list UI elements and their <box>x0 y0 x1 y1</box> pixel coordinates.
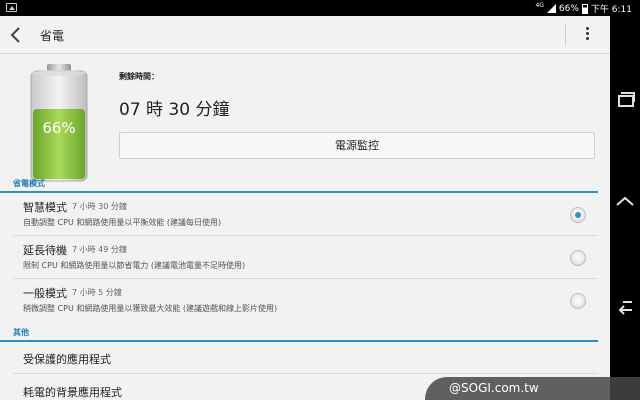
mode-description: 自動調整 CPU 和網路使用量以平衡效能 (建議每日使用) <box>23 218 222 227</box>
battery-percent-text: 66% <box>558 3 579 14</box>
power-monitor-button[interactable]: 電源監控 <box>119 132 595 159</box>
remaining-time-label: 剩餘時間： <box>119 72 159 81</box>
mode-time: 7 小時 49 分鐘 <box>72 245 127 254</box>
action-bar-divider <box>565 24 566 46</box>
mode-row-smart[interactable]: 智慧模式 7 小時 30 分鐘 自動調整 CPU 和網路使用量以平衡效能 (建議… <box>0 193 598 236</box>
battery-percent-label: 66% <box>42 119 76 137</box>
power-mode-section-title: 省電模式 <box>13 179 45 188</box>
mode-row-normal[interactable]: 一般模式 7 小時 5 分鐘 稍微調整 CPU 和網路使用量以獲致最大效能 (建… <box>0 279 598 322</box>
overflow-menu-icon[interactable] <box>580 26 594 44</box>
mode-time: 7 小時 5 分鐘 <box>72 288 122 297</box>
signal-icon <box>546 4 556 13</box>
other-section-title: 其他 <box>13 328 29 337</box>
back-icon[interactable] <box>615 296 635 316</box>
mode-name: 延長待機 <box>23 244 67 257</box>
mode-description: 限制 CPU 和網路使用量以節省電力 (建議電池電量不足時使用) <box>23 261 246 270</box>
battery-graphic: 66% <box>23 64 95 182</box>
battery-status-icon <box>581 3 588 14</box>
mode-radio-button[interactable] <box>570 207 586 223</box>
mode-radio-button[interactable] <box>570 293 586 309</box>
gallery-notification-icon <box>6 3 17 12</box>
power-saving-screen: 省電 66% 剩餘時間： 07 時 30 分鐘 電源監控 省電模式 智慧模式 7… <box>0 16 610 400</box>
watermark: @SOGI.com.tw <box>425 377 640 400</box>
mode-row-extended-standby[interactable]: 延長待機 7 小時 49 分鐘 限制 CPU 和網路使用量以節省電力 (建議電池… <box>0 236 598 279</box>
navigation-bar <box>610 16 640 400</box>
mode-time: 7 小時 30 分鐘 <box>72 202 127 211</box>
status-indicators: 4G 66% 下午 6:11 <box>535 2 632 15</box>
home-icon[interactable] <box>615 192 635 212</box>
mode-name: 一般模式 <box>23 287 67 300</box>
status-bar: 4G 66% 下午 6:11 <box>0 0 640 16</box>
remaining-time-value: 07 時 30 分鐘 <box>119 100 230 120</box>
network-type-label: 4G <box>535 2 544 9</box>
list-item-label: 耗電的背景應用程式 <box>23 386 122 399</box>
protected-apps-item[interactable]: 受保護的應用程式 <box>0 342 598 374</box>
back-chevron-icon[interactable] <box>8 26 24 44</box>
mode-description: 稍微調整 CPU 和網路使用量以獲致最大效能 (建議遊戲和線上影片使用) <box>23 304 278 313</box>
mode-radio-button[interactable] <box>570 250 586 266</box>
page-title: 省電 <box>40 29 65 43</box>
recent-apps-icon[interactable] <box>615 90 635 110</box>
action-bar: 省電 <box>0 16 610 54</box>
mode-name: 智慧模式 <box>23 201 67 214</box>
clock-text: 下午 6:11 <box>590 5 632 15</box>
list-item-label: 受保護的應用程式 <box>23 353 111 366</box>
